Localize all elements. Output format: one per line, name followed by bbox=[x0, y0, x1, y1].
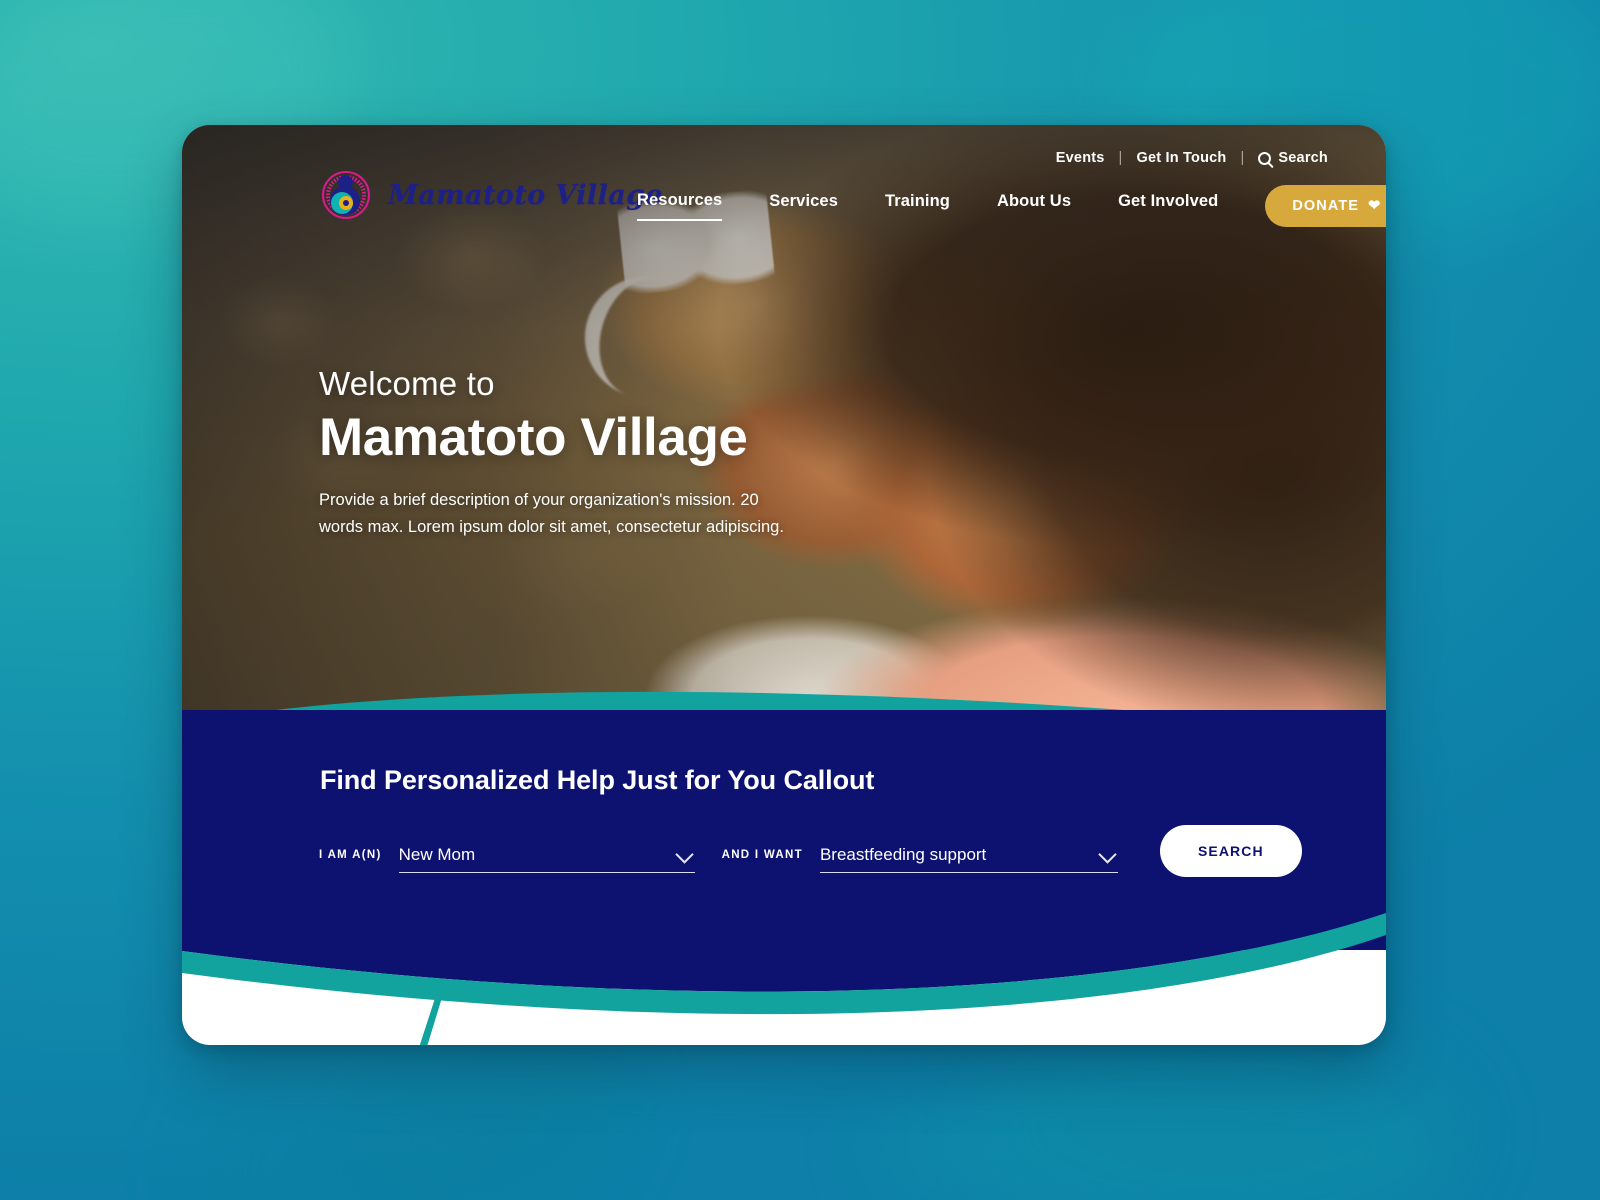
hero-eyebrow: Welcome to bbox=[319, 365, 495, 402]
chevron-down-icon bbox=[1098, 845, 1117, 864]
site-logo[interactable]: Mamatoto Village bbox=[318, 167, 663, 223]
field-one-label: I AM A(N) bbox=[319, 848, 382, 861]
website-preview-card: Events | Get In Touch | Search Mamatoto … bbox=[182, 125, 1386, 1045]
utility-link-get-in-touch[interactable]: Get In Touch bbox=[1123, 150, 1241, 166]
search-button[interactable]: SEARCH bbox=[1159, 825, 1302, 877]
utility-nav: Events | Get In Touch | Search bbox=[1042, 150, 1328, 166]
nav-item-get-involved[interactable]: Get Involved bbox=[1118, 192, 1218, 220]
chevron-down-icon bbox=[674, 845, 694, 864]
field-i-am-a: I AM A(N) New Mom bbox=[319, 845, 695, 873]
callout-heading: Find Personalized Help Just for You Call… bbox=[320, 765, 875, 795]
donate-label: DONATE bbox=[1292, 198, 1360, 214]
callout-form: I AM A(N) New Mom AND I WANT Breastfeedi… bbox=[319, 825, 1386, 877]
nav-item-resources[interactable]: Resources bbox=[637, 191, 723, 221]
and-i-want-select[interactable]: Breastfeeding support bbox=[819, 845, 1118, 873]
magnifier-icon bbox=[1258, 151, 1272, 165]
utility-link-search[interactable]: Search bbox=[1244, 150, 1328, 166]
and-i-want-value: Breastfeeding support bbox=[819, 845, 987, 864]
i-am-a-select[interactable]: New Mom bbox=[398, 845, 695, 873]
mother-child-circle-logo-icon bbox=[318, 167, 374, 223]
search-label: Search bbox=[1278, 150, 1328, 166]
donate-button[interactable]: DONATE ❤ bbox=[1265, 185, 1386, 227]
teal-wave-bottom bbox=[182, 885, 1386, 1045]
nav-item-services[interactable]: Services bbox=[769, 192, 838, 220]
field-and-i-want: AND I WANT Breastfeeding support bbox=[722, 845, 1118, 873]
hero-description: Provide a brief description of your orga… bbox=[319, 491, 784, 537]
page-title: Mamatoto Village bbox=[319, 408, 748, 467]
nav-item-about-us[interactable]: About Us bbox=[997, 192, 1071, 220]
logo-wordmark: Mamatoto Village bbox=[388, 179, 664, 211]
heart-icon: ❤ bbox=[1368, 198, 1382, 214]
personalized-help-callout: Find Personalized Help Just for You Call… bbox=[182, 765, 1386, 877]
hero-copy: Welcome to Mamatoto Village Provide a br… bbox=[319, 365, 789, 541]
i-am-a-value: New Mom bbox=[398, 845, 476, 864]
field-two-label: AND I WANT bbox=[721, 848, 803, 861]
utility-link-events[interactable]: Events bbox=[1042, 150, 1119, 166]
main-nav: Resources Services Training About Us Get… bbox=[637, 185, 1386, 227]
nav-item-training[interactable]: Training bbox=[885, 192, 950, 220]
